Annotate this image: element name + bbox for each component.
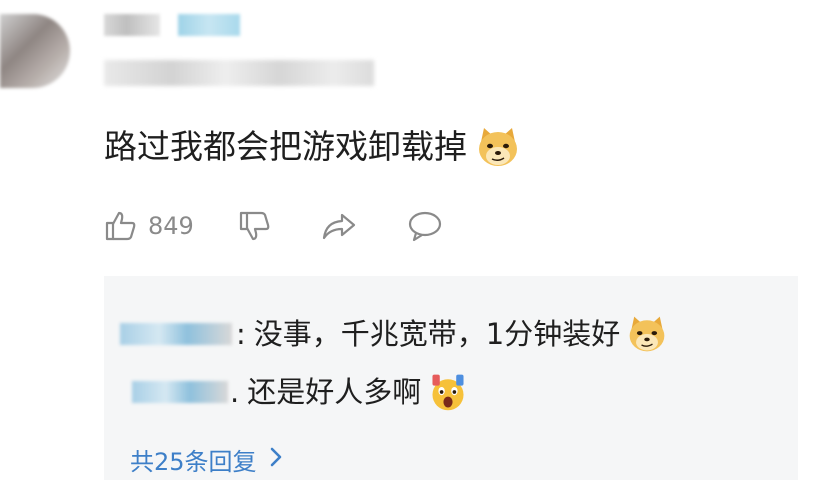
reply-author-blurred[interactable] [132,381,228,403]
doge-emoji-icon [475,124,521,170]
reply-item[interactable]: : 没事，千兆宽带，1分钟装好 [120,314,668,354]
view-all-replies-link[interactable]: 共25条回复 [130,442,283,477]
replies-preview[interactable]: : 没事，千兆宽带，1分钟装好 . 还是好人多啊 共25条回复 [104,276,798,480]
like-button[interactable]: 849 [104,209,194,243]
reply-text: 还是好人多啊 [247,375,422,409]
reply-author-blurred[interactable] [120,323,232,345]
comment-meta-blurred [104,60,374,86]
chevron-right-icon [269,446,283,474]
like-count: 849 [148,212,194,240]
comment-bubble-icon [406,209,444,243]
shocked-emoji-icon [427,371,469,413]
doge-emoji-icon [626,313,668,355]
reply-text: 没事，千兆宽带，1分钟装好 [253,317,621,351]
thumbs-up-icon [104,209,138,243]
user-badge-blurred [178,14,240,36]
share-button[interactable] [320,209,358,243]
thumbs-down-icon [238,209,272,243]
share-icon [320,209,358,243]
reply-separator: . [230,375,240,409]
avatar[interactable] [0,14,70,88]
dislike-button[interactable] [238,209,272,243]
view-all-replies-label: 共25条回复 [130,448,257,476]
reply-button[interactable] [406,209,444,243]
comment-text: 路过我都会把游戏卸载掉 [104,127,467,166]
reply-item[interactable]: . 还是好人多啊 [132,372,469,412]
username-blurred[interactable] [104,14,160,36]
comment-body: 路过我都会把游戏卸载掉 [104,125,521,169]
reply-separator: : [236,317,246,351]
comment-actions: 849 [104,204,444,248]
